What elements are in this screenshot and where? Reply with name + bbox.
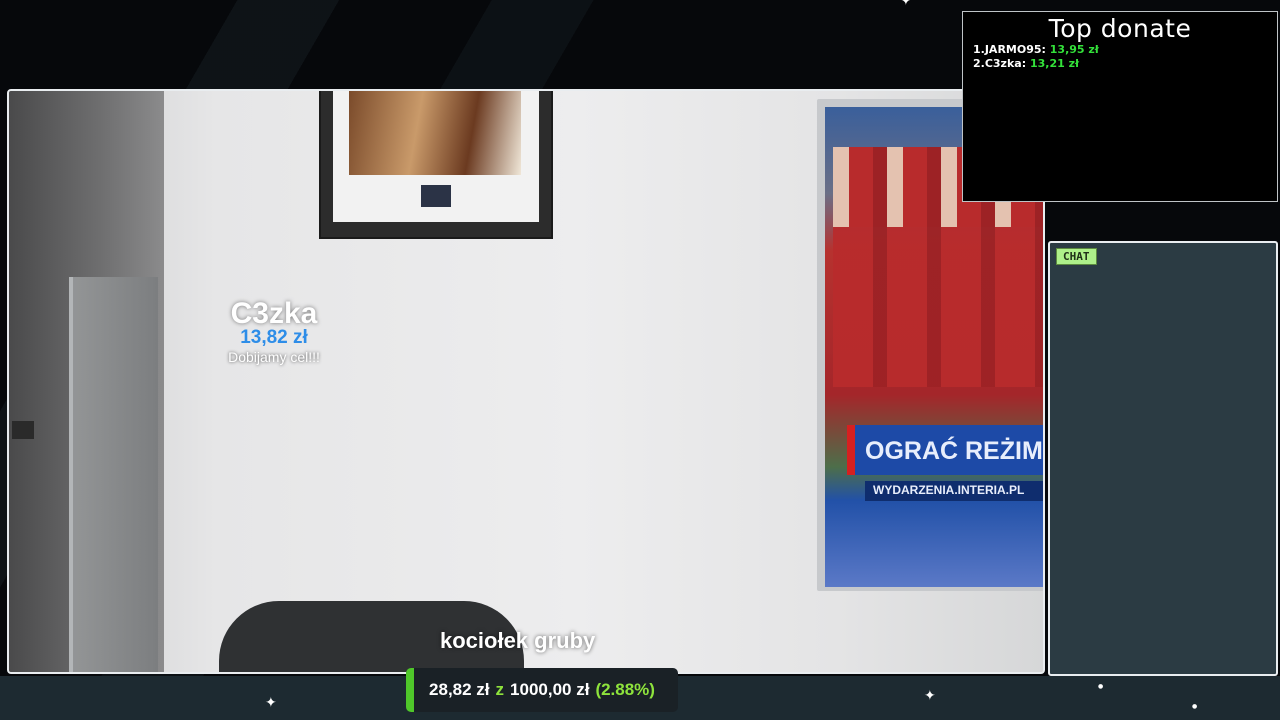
top-donate-entry: 1.JARMO95: 13,95 zł: [973, 43, 1277, 57]
donation-goal-text: 28,82 zł z 1000,00 zł (2.88%): [406, 668, 678, 712]
sparkle-icon: ●: [1098, 683, 1104, 690]
tv-subbanner-text: WYDARZENIA.INTERIA.PL: [873, 483, 1025, 497]
donation-alert: C3zka 13,82 zł Dobijamy cel!!!: [159, 297, 389, 365]
donation-donor-name: C3zka: [230, 297, 318, 330]
sparkle-icon: ✦: [900, 0, 912, 9]
camera-door: [69, 277, 158, 672]
poster-art: [349, 91, 521, 175]
chat-panel[interactable]: CHAT: [1048, 241, 1278, 676]
stream-caption: kociołek gruby: [440, 628, 596, 653]
top-donate-entry-label: 1.JARMO95:: [973, 43, 1046, 56]
camera-poster: [319, 91, 553, 239]
poster-label: [421, 185, 451, 207]
chat-tag: CHAT: [1056, 248, 1097, 265]
goal-percent: (2.88%): [595, 680, 655, 699]
top-donate-panel: Top donate 1.JARMO95: 13,95 zł 2.C3zka: …: [962, 11, 1278, 202]
goal-current: 28,82 zł: [429, 680, 490, 699]
sparkle-icon: ✦: [924, 688, 936, 704]
top-donate-entry: 2.C3zka: 13,21 zł: [973, 57, 1277, 71]
camera-door-handle: [12, 421, 34, 439]
sparkle-icon: ✦: [265, 695, 277, 711]
top-donate-entry-amount: 13,95 zł: [1049, 43, 1099, 56]
goal-target: 1000,00 zł: [510, 680, 590, 699]
donation-amount: 13,82 zł: [240, 327, 308, 348]
top-donate-title: Top donate: [1048, 14, 1192, 43]
goal-separator: z: [495, 680, 505, 699]
donation-message: Dobijamy cel!!!: [228, 349, 320, 365]
donation-goal-bar: 28,82 zł z 1000,00 zł (2.88%): [406, 668, 678, 712]
top-donate-entry-amount: 13,21 zł: [1029, 57, 1080, 70]
tv-banner-text: OGRAĆ REŻIM: [865, 437, 1043, 465]
top-donate-entry-label: 2.C3zka:: [973, 57, 1027, 70]
camera-feed: OGRAĆ REŻIM WYDARZENIA.INTERIA.PL C3zka …: [7, 89, 1045, 674]
sparkle-icon: ●: [1192, 703, 1198, 710]
